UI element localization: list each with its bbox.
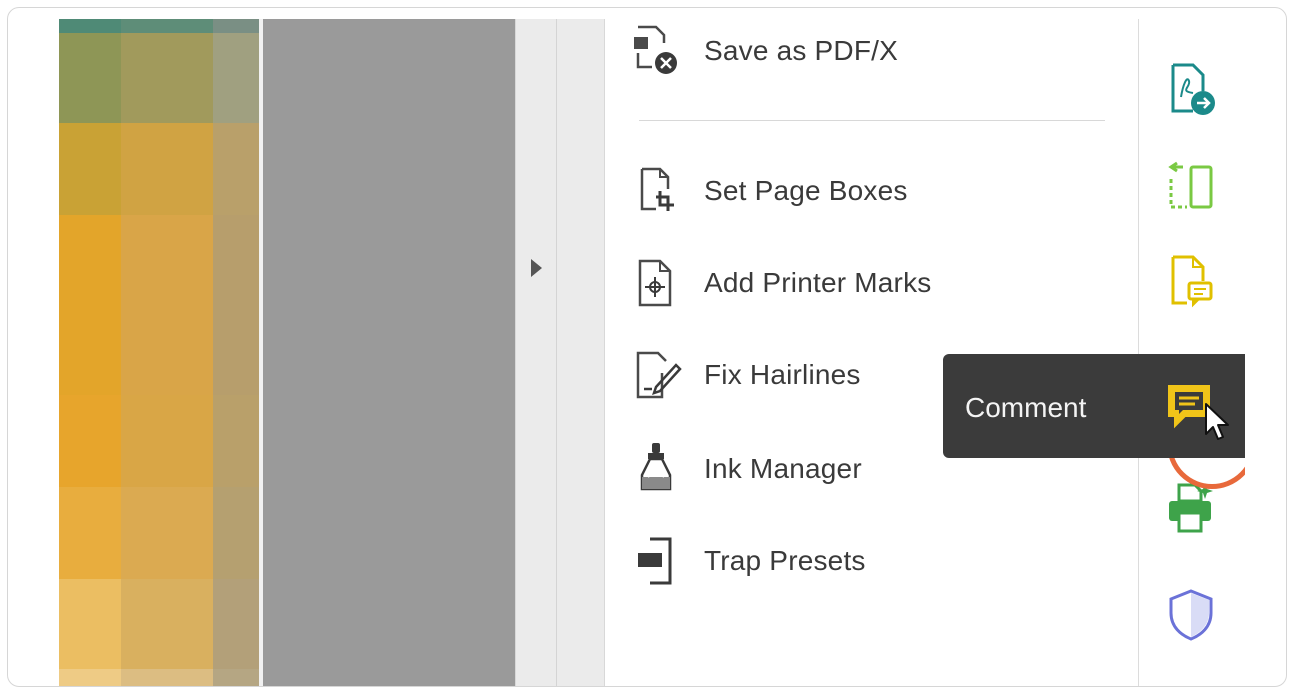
crop-page-icon xyxy=(626,163,686,219)
tools-section-divider xyxy=(639,120,1105,121)
tool-label-add-printer-marks: Add Printer Marks xyxy=(704,267,932,298)
document-area[interactable] xyxy=(59,19,515,686)
tool-trap-presets[interactable]: Trap Presets xyxy=(626,531,1106,591)
tooltip-text: Comment xyxy=(965,392,1087,423)
ink-bottle-icon xyxy=(626,441,686,497)
tool-save-as-pdfx[interactable]: Save as PDF/X xyxy=(626,21,1106,81)
protect-shield-icon[interactable] xyxy=(1161,585,1221,645)
save-pdfx-icon xyxy=(626,23,686,79)
export-pdf-icon[interactable] xyxy=(1161,59,1221,119)
mouse-cursor-icon xyxy=(1204,402,1234,444)
print-production-tools-panel: Save as PDF/X Set Page Boxes Add Printer… xyxy=(606,19,1138,686)
tool-set-page-boxes[interactable]: Set Page Boxes xyxy=(626,161,1106,221)
organize-pages-icon[interactable] xyxy=(1161,157,1221,217)
collapse-strip-divider xyxy=(556,19,557,686)
document-canvas xyxy=(263,19,515,686)
screenshot-frame: Save as PDF/X Set Page Boxes Add Printer… xyxy=(7,7,1287,687)
tool-add-printer-marks[interactable]: Add Printer Marks xyxy=(626,253,1106,313)
tool-label-trap-presets: Trap Presets xyxy=(704,545,866,576)
right-tools-bar xyxy=(1138,19,1245,686)
printer-marks-icon xyxy=(626,255,686,311)
comment-page-icon[interactable] xyxy=(1161,251,1221,311)
tool-label-set-page-boxes: Set Page Boxes xyxy=(704,175,908,206)
expand-panel-arrow-icon[interactable] xyxy=(531,259,542,277)
comment-tooltip: Comment xyxy=(943,354,1245,458)
tool-label-ink-manager: Ink Manager xyxy=(704,453,862,484)
acrobat-viewport: Save as PDF/X Set Page Boxes Add Printer… xyxy=(59,19,1245,686)
trap-presets-icon xyxy=(626,533,686,589)
tool-label-fix-hairlines: Fix Hairlines xyxy=(704,359,861,390)
document-page-thumbnail xyxy=(59,19,259,686)
tool-label-save-as-pdfx: Save as PDF/X xyxy=(704,35,899,66)
fix-hairlines-icon xyxy=(626,347,686,403)
panel-collapse-strip xyxy=(515,19,605,686)
